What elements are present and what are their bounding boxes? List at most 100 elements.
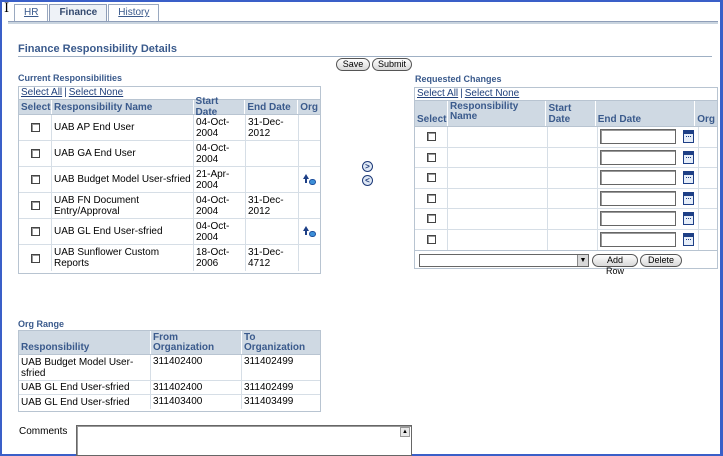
calendar-icon[interactable] — [683, 212, 694, 226]
org-hierarchy-icon[interactable] — [302, 225, 317, 238]
calendar-icon[interactable] — [683, 150, 694, 164]
comments-textarea[interactable]: ▲ — [76, 425, 412, 456]
current-select-all-link[interactable]: Select All — [21, 87, 62, 98]
end-date-cell: 31-Dec-2012 — [246, 115, 299, 140]
table-row: UAB Sunflower Custom Reports 18-Oct-2006 3… — [19, 245, 320, 271]
col-from-organization: From Organization — [151, 331, 242, 354]
from-organization-cell: 311403400 — [151, 395, 242, 409]
select-checkbox[interactable] — [30, 123, 40, 132]
end-date-cell: 31-Dec-4712 — [246, 245, 299, 271]
table-row: UAB AP End User 04-Oct-2004 31-Dec-2012 — [19, 115, 320, 141]
requested-table-header: Select Responsibility Name Start Date En… — [415, 101, 717, 127]
responsibility-cell: UAB GL End User-sfried — [19, 381, 151, 394]
start-date-cell: 04-Oct-2004 — [194, 193, 246, 218]
col-start-date: Start Date — [546, 101, 596, 126]
col-org: Org — [300, 101, 318, 113]
select-checkbox[interactable] — [30, 201, 40, 210]
responsibility-name-cell — [448, 229, 548, 250]
end-date-input[interactable] — [600, 190, 676, 206]
select-checkbox[interactable] — [30, 149, 40, 158]
responsibility-dropdown[interactable]: ▼ — [419, 254, 589, 267]
calendar-icon[interactable] — [683, 171, 694, 185]
end-date-input[interactable] — [600, 170, 676, 186]
org-cell — [699, 168, 717, 188]
select-checkbox[interactable] — [426, 193, 436, 203]
table-row: UAB GA End User 04-Oct-2004 — [19, 141, 320, 167]
chevron-down-icon[interactable]: ▼ — [577, 255, 588, 266]
end-date-cell — [598, 188, 699, 208]
scroll-up-icon[interactable]: ▲ — [400, 427, 410, 437]
submit-button[interactable]: Submit — [372, 58, 412, 71]
col-responsibility: Responsibility — [19, 331, 151, 354]
start-date-cell — [548, 127, 598, 147]
start-date-cell: 18-Oct-2006 — [194, 245, 246, 271]
select-cell — [19, 167, 52, 192]
save-button[interactable]: Save — [336, 58, 370, 71]
select-cell — [415, 209, 448, 229]
table-row — [415, 188, 717, 209]
end-date-input[interactable] — [600, 129, 676, 145]
org-hierarchy-icon[interactable] — [302, 173, 317, 186]
col-start-date: Start Date — [194, 96, 246, 118]
to-organization-cell: 311403499 — [244, 396, 294, 407]
requested-changes-table: Select All | Select None Select Responsibi… — [414, 87, 718, 276]
current-select-none-link[interactable]: Select None — [69, 87, 123, 98]
responsibility-name-cell — [448, 188, 548, 208]
responsibility-name-cell: UAB Sunflower Custom Reports — [52, 245, 194, 271]
move-left-shuttle-icon[interactable]: < — [362, 175, 373, 186]
org-cell — [299, 167, 320, 192]
responsibility-name-cell: UAB GL End User-sfried — [52, 219, 194, 244]
tab-history[interactable]: History — [108, 4, 160, 21]
requested-select-all-link[interactable]: Select All — [417, 88, 458, 99]
end-date-input[interactable] — [600, 211, 676, 227]
current-table-header: Select Responsibility Name Start Date En… — [19, 96, 320, 118]
org-cell — [699, 148, 717, 168]
org-range-title: Org Range — [18, 319, 65, 329]
requested-select-none-link[interactable]: Select None — [465, 88, 519, 99]
end-date-input[interactable] — [600, 149, 676, 165]
start-date-cell — [548, 209, 598, 229]
add-row-button[interactable]: Add Row — [592, 254, 638, 276]
table-row — [415, 127, 717, 148]
comments-label: Comments — [19, 426, 68, 437]
select-checkbox[interactable] — [426, 235, 436, 245]
select-checkbox[interactable] — [426, 132, 436, 142]
tab-finance[interactable]: Finance — [49, 4, 108, 21]
table-row: UAB GL End User-sfried 04-Oct-2004 — [19, 219, 320, 245]
delete-button[interactable]: Delete — [640, 254, 682, 267]
calendar-icon[interactable] — [683, 130, 694, 144]
title-divider — [18, 56, 712, 57]
responsibility-name-cell — [448, 147, 548, 167]
current-select-toolbar: Select All | Select None — [19, 87, 320, 100]
tab-bar: HR Finance History — [14, 4, 160, 21]
col-select: Select — [21, 100, 52, 114]
end-date-cell — [598, 147, 699, 167]
select-checkbox[interactable] — [30, 253, 40, 263]
select-checkbox[interactable] — [426, 152, 436, 162]
requested-changes-title: Requested Changes — [415, 74, 502, 84]
table-row: UAB FN Document Entry/Approval 04-Oct-200… — [19, 193, 320, 219]
start-date-cell: 04-Oct-2004 — [194, 141, 246, 166]
table-row: UAB GL End User-sfried 311402400 311402499 — [19, 381, 320, 395]
select-checkbox[interactable] — [30, 175, 40, 184]
end-date-cell — [246, 167, 299, 192]
tab-hr[interactable]: HR — [14, 4, 49, 21]
select-cell — [19, 141, 52, 166]
end-date-input[interactable] — [600, 232, 676, 248]
responsibility-name-cell: UAB Budget Model User-sfried — [52, 167, 194, 192]
col-end-date: End Date — [245, 100, 299, 114]
org-cell — [299, 115, 320, 140]
calendar-icon[interactable] — [683, 191, 694, 205]
col-to-organization: To Organization — [244, 331, 306, 353]
org-cell — [299, 245, 320, 271]
select-checkbox[interactable] — [30, 227, 40, 236]
select-cell — [19, 219, 52, 244]
select-checkbox[interactable] — [426, 214, 436, 224]
select-checkbox[interactable] — [426, 173, 436, 183]
calendar-icon[interactable] — [683, 233, 694, 247]
end-date-cell — [598, 229, 699, 250]
move-right-shuttle-icon[interactable]: > — [362, 161, 373, 172]
responsibility-name-cell — [448, 209, 548, 229]
end-date-cell — [598, 168, 699, 188]
requested-select-toolbar: Select All | Select None — [415, 88, 717, 101]
